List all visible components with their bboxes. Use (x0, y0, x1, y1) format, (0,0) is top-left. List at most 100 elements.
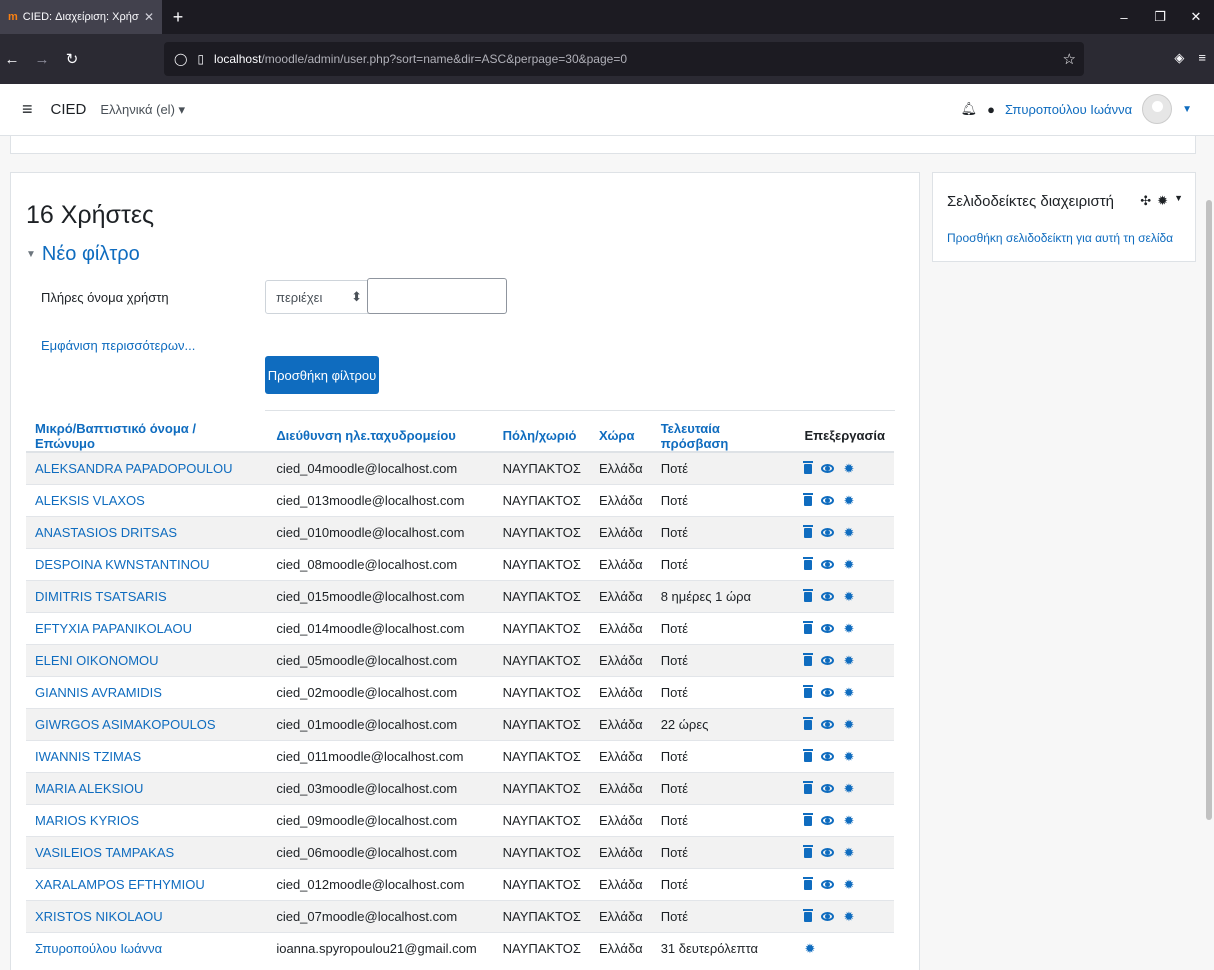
show-more-link[interactable]: Εμφάνιση περισσότερων... (41, 338, 195, 353)
gear-icon[interactable]: ✹ (843, 590, 854, 603)
gear-icon[interactable]: ✹ (843, 782, 854, 795)
trash-icon[interactable] (803, 525, 814, 538)
trash-icon[interactable] (803, 557, 814, 570)
column-header-email[interactable]: Διεύθυνση ηλε.ταχυδρομείου (267, 420, 494, 453)
site-brand[interactable]: CIED (51, 101, 87, 118)
trash-icon[interactable] (803, 909, 814, 922)
gear-icon[interactable]: ✹ (843, 878, 854, 891)
gear-icon[interactable]: ✹ (843, 718, 854, 731)
trash-icon[interactable] (803, 877, 814, 890)
eye-icon[interactable] (821, 911, 835, 921)
trash-icon[interactable] (803, 493, 814, 506)
eye-icon[interactable] (821, 719, 835, 729)
user-name-link[interactable]: XARALAMPOS EFTHYMIOU (26, 867, 268, 900)
gear-icon[interactable]: ✹ (843, 910, 854, 923)
user-name-link[interactable]: GIWRGOS ASIMAKOPOULOS (26, 707, 268, 740)
avatar[interactable] (1142, 94, 1173, 124)
table-row: GIWRGOS ASIMAKOPOULOS cied_01moodle@local… (26, 707, 894, 740)
trash-icon[interactable] (803, 621, 814, 634)
eye-icon[interactable] (821, 559, 835, 569)
column-header-last-access[interactable]: Τελευταία πρόσβαση (651, 420, 796, 453)
eye-icon[interactable] (821, 591, 835, 601)
user-name-link[interactable]: ANASTASIOS DRITSAS (26, 515, 268, 548)
eye-icon[interactable] (821, 495, 835, 505)
close-window-icon[interactable]: ✕ (1178, 9, 1214, 25)
eye-icon[interactable] (821, 527, 835, 537)
trash-icon[interactable] (803, 781, 814, 794)
trash-icon[interactable] (803, 653, 814, 666)
close-tab-icon[interactable]: ✕ (144, 10, 154, 24)
eye-icon[interactable] (821, 751, 835, 761)
user-name-link[interactable]: IWANNIS TZIMAS (26, 739, 268, 772)
trash-icon[interactable] (803, 749, 814, 762)
app-menu-icon[interactable]: ≡ (1198, 50, 1206, 66)
eye-icon[interactable] (821, 623, 835, 633)
gear-icon[interactable]: ✹ (843, 686, 854, 699)
eye-icon[interactable] (821, 687, 835, 697)
eye-icon[interactable] (821, 847, 835, 857)
browser-tab[interactable]: m CIED: Διαχείριση: Χρήστες: Λογ ✕ (0, 0, 162, 34)
gear-icon[interactable]: ✹ (843, 526, 854, 539)
gear-icon[interactable]: ✹ (843, 494, 854, 507)
column-header-country[interactable]: Χώρα (589, 420, 652, 453)
user-name-link[interactable]: MARIOS KYRIOS (26, 803, 268, 836)
trash-icon[interactable] (803, 813, 814, 826)
user-name-link[interactable]: DESPOINA KWNSTANTINOU (26, 547, 268, 580)
chevron-down-icon[interactable]: ▼ (1174, 193, 1183, 209)
trash-icon[interactable] (803, 845, 814, 858)
filter-operator-select[interactable]: περιέχει ⬍ (265, 280, 373, 314)
user-name-link[interactable]: GIANNIS AVRAMIDIS (26, 675, 268, 708)
gear-icon[interactable]: ✹ (843, 814, 854, 827)
move-icon[interactable]: ✣ (1140, 193, 1151, 209)
column-header-city[interactable]: Πόλη/χωριό (493, 420, 590, 453)
back-icon[interactable]: ← (0, 51, 24, 68)
bell-icon[interactable]: 🔔︎ (961, 101, 978, 117)
user-name-link[interactable]: VASILEIOS TAMPAKAS (26, 835, 268, 868)
page-scrollbar[interactable] (1206, 200, 1212, 820)
user-menu-name[interactable]: Σπυροπούλου Ιωάννα (1005, 102, 1132, 117)
reload-icon[interactable]: ↻ (60, 50, 84, 68)
gear-icon[interactable]: ✹ (843, 654, 854, 667)
new-tab-button[interactable]: + (162, 0, 194, 34)
gear-icon[interactable]: ✹ (843, 558, 854, 571)
eye-icon[interactable] (821, 879, 835, 889)
gear-icon[interactable]: ✹ (843, 846, 854, 859)
gear-icon[interactable]: ✹ (843, 462, 854, 475)
minimize-icon[interactable]: – (1106, 10, 1142, 25)
shield-icon[interactable]: ◯ (174, 52, 187, 66)
gear-icon[interactable]: ✹ (843, 622, 854, 635)
address-bar[interactable]: ◯ ▯ localhost/moodle/admin/user.php?sort… (164, 42, 1084, 76)
filter-value-input[interactable] (367, 278, 507, 314)
user-name-link[interactable]: MARIA ALEKSIOU (26, 771, 268, 804)
user-name-link[interactable]: ELENI OIKONOMOU (26, 643, 268, 676)
eye-icon[interactable] (821, 815, 835, 825)
trash-icon[interactable] (803, 461, 814, 475)
user-name-link[interactable]: ALEKSIS VLAXOS (26, 483, 268, 516)
add-bookmark-link[interactable]: Προσθήκη σελιδοδείκτη για αυτή τη σελίδα (947, 231, 1173, 245)
eye-icon[interactable] (821, 655, 835, 665)
user-menu-chevron-icon[interactable]: ▼ (1182, 104, 1192, 115)
user-name-link[interactable]: EFTYXIA PAPANIKOLAOU (26, 611, 268, 644)
new-filter-toggle[interactable]: ▼ Νέο φίλτρο (26, 243, 140, 266)
gear-icon[interactable]: ✹ (843, 750, 854, 763)
language-menu[interactable]: Ελληνικά (el) ▾ (100, 102, 185, 118)
trash-icon[interactable] (803, 717, 814, 730)
trash-icon[interactable] (803, 589, 814, 602)
user-name-link[interactable]: DIMITRIS TSATSARIS (26, 579, 268, 612)
gear-icon[interactable]: ✹ (1157, 193, 1168, 209)
column-header-name[interactable]: Μικρό/Βαπτιστικό όνομα / Επώνυμο (26, 420, 268, 453)
restore-icon[interactable]: ❐ (1142, 9, 1178, 25)
chat-icon[interactable]: ● (987, 102, 995, 117)
user-name-link[interactable]: Σπυροπούλου Ιωάννα (26, 931, 268, 964)
eye-icon[interactable] (821, 783, 835, 793)
trash-icon[interactable] (803, 685, 814, 698)
add-filter-button[interactable]: Προσθήκη φίλτρου (265, 356, 379, 394)
pocket-icon[interactable]: ◈ (1174, 50, 1184, 66)
user-name-link[interactable]: XRISTOS NIKOLAOU (26, 899, 268, 932)
user-name-link[interactable]: ALEKSANDRA PAPADOPOULOU (26, 451, 268, 484)
forward-icon[interactable]: → (30, 51, 54, 68)
gear-icon[interactable]: ✹ (804, 942, 815, 955)
drawer-toggle-button[interactable]: ≡ (22, 99, 33, 120)
bookmark-star-icon[interactable]: ☆ (1063, 50, 1076, 68)
eye-icon[interactable] (821, 463, 835, 473)
